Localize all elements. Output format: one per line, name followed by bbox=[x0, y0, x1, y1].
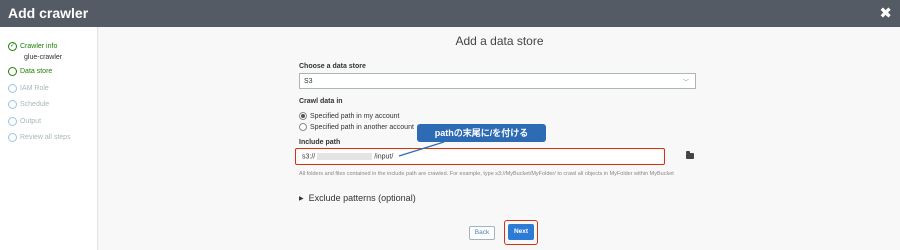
step-label: Data store bbox=[20, 67, 53, 75]
step-data-store[interactable]: Data store bbox=[8, 65, 52, 77]
step-circle-icon bbox=[8, 83, 17, 93]
step-iam-role: IAM Role bbox=[8, 82, 49, 94]
step-label: Output bbox=[20, 117, 42, 125]
close-icon[interactable]: ✖ bbox=[879, 4, 892, 22]
step-circle-icon bbox=[8, 66, 17, 76]
main-panel: Add a data store Choose a data store S3 … bbox=[99, 27, 900, 250]
step-schedule: Schedule bbox=[8, 98, 49, 110]
check-circle-icon: ✓ bbox=[8, 41, 17, 51]
step-review: Review all steps bbox=[8, 131, 71, 143]
window-title: Add crawler bbox=[8, 5, 89, 21]
step-circle-icon bbox=[8, 132, 17, 142]
wizard-steps-sidebar: ✓ Crawler info glue-crawler Data store I… bbox=[0, 27, 98, 250]
annotation-callout: pathの末尾に/を付ける bbox=[417, 124, 546, 142]
next-button[interactable]: Next bbox=[508, 224, 534, 240]
step-label: Review all steps bbox=[20, 133, 71, 141]
back-button[interactable]: Back bbox=[469, 226, 495, 240]
step-crawler-info[interactable]: ✓ Crawler info bbox=[8, 40, 57, 52]
title-bar: Add crawler ✖ bbox=[0, 0, 900, 27]
crawler-name-value: glue-crawler bbox=[24, 54, 63, 61]
step-circle-icon bbox=[8, 116, 17, 126]
step-output: Output bbox=[8, 115, 41, 127]
step-label: Schedule bbox=[20, 100, 50, 108]
step-label: IAM Role bbox=[20, 84, 49, 92]
step-label: Crawler info bbox=[20, 42, 58, 50]
step-circle-icon bbox=[8, 99, 17, 109]
